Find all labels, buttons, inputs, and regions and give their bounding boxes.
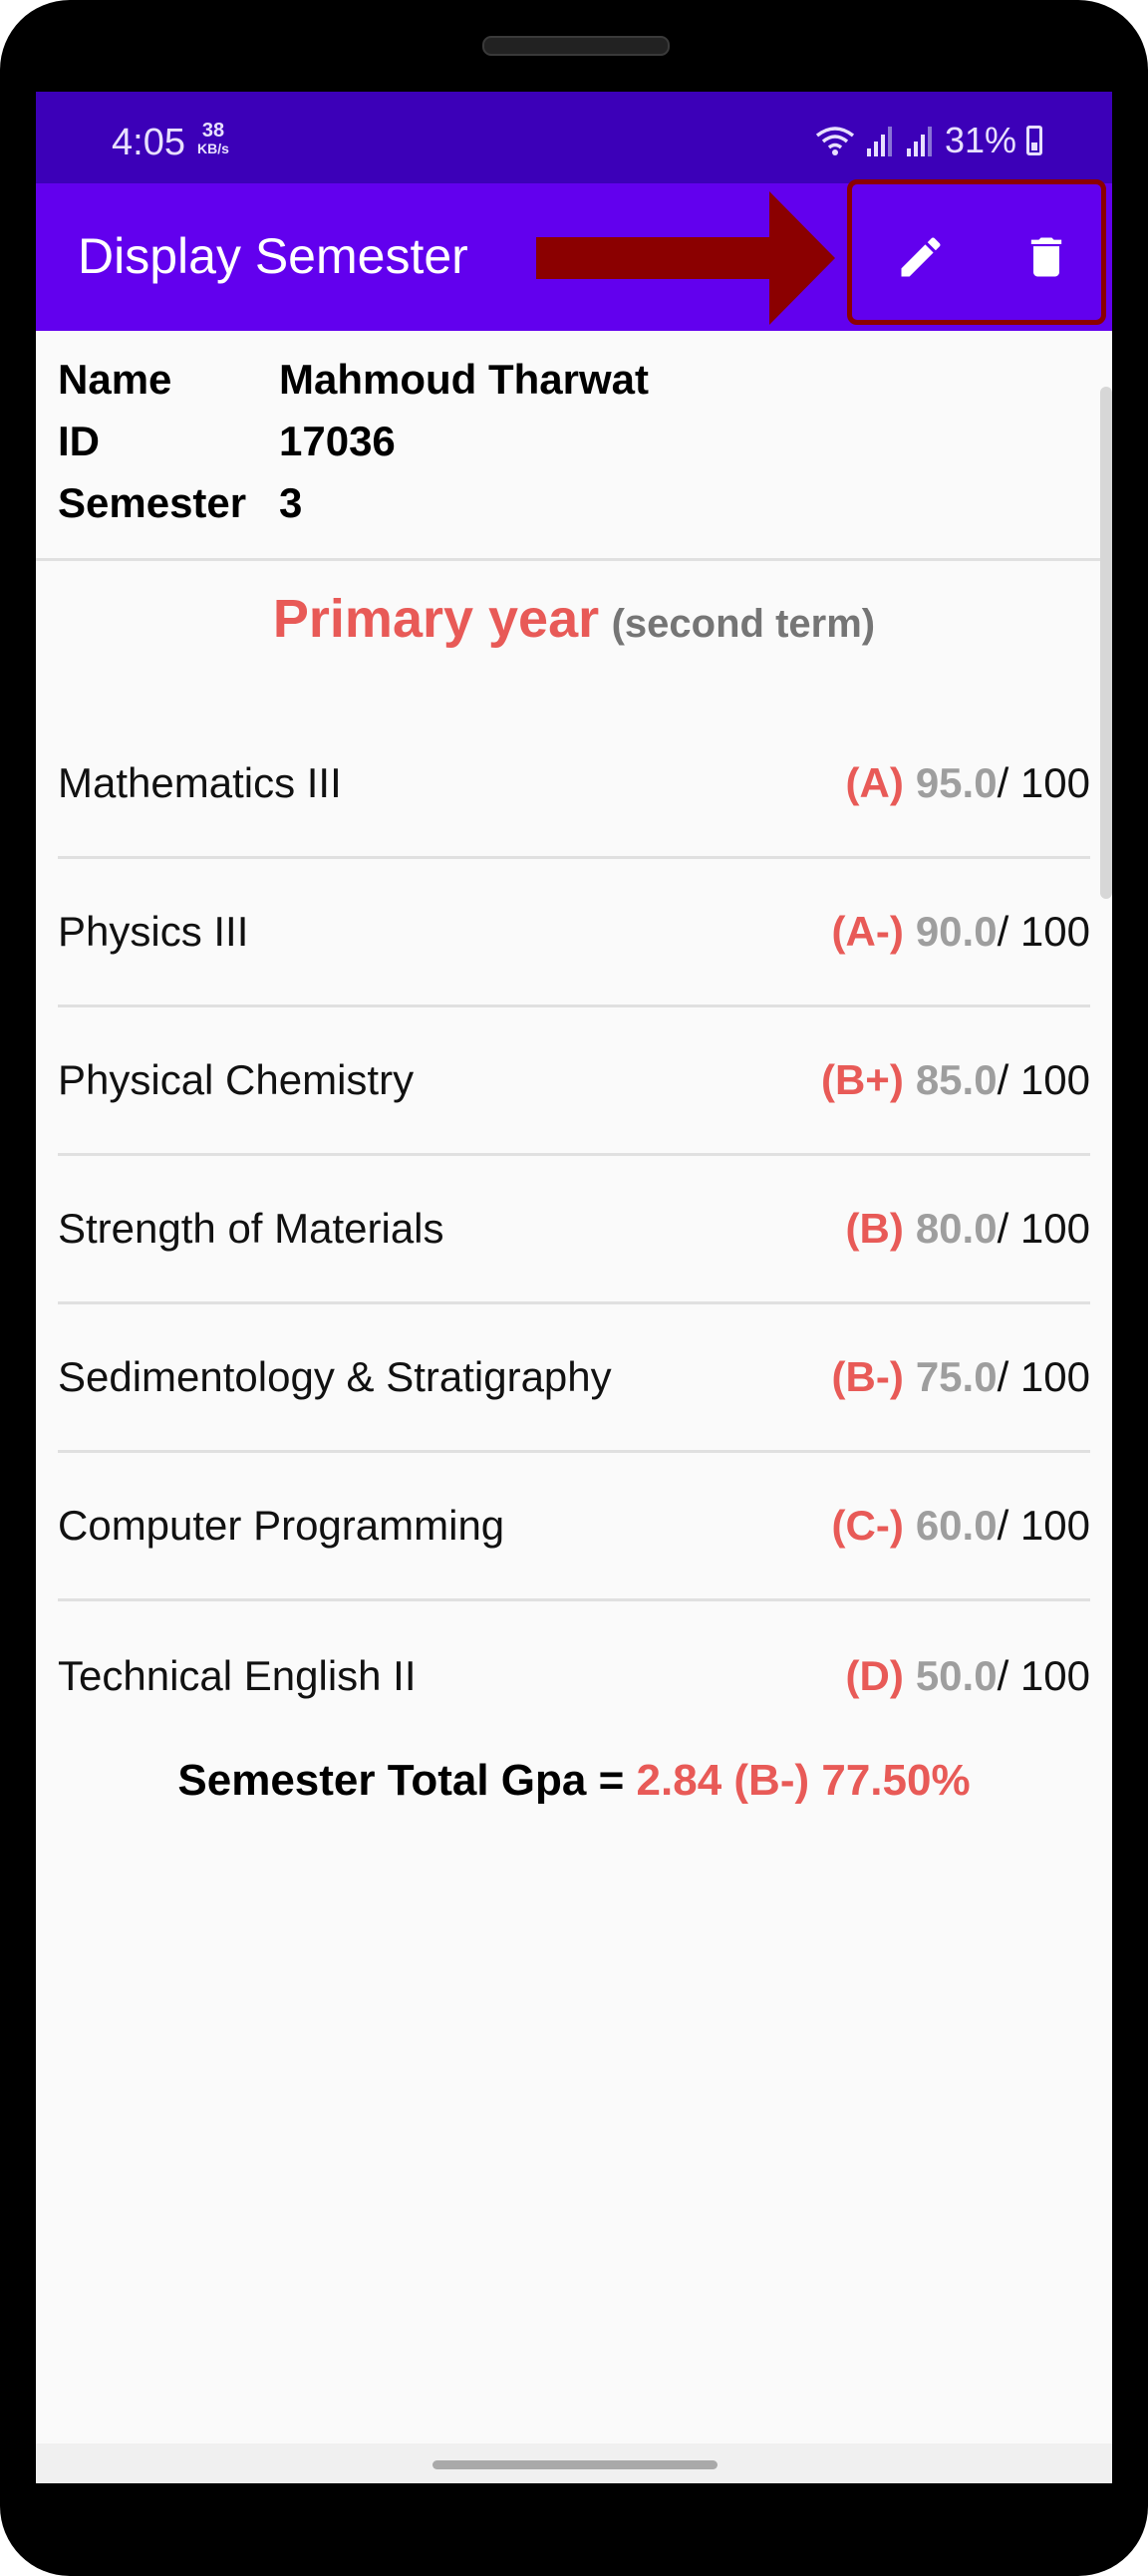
course-name: Sedimentology & Stratigraphy — [58, 1353, 612, 1400]
status-bar: 4:05 38 KB/s 31% — [36, 92, 1112, 183]
course-score: 90.0 — [915, 908, 998, 955]
total-label: Semester Total Gpa = — [177, 1756, 637, 1805]
list-item[interactable]: Sedimentology & Stratigraphy (B-) 75.0/ 1… — [58, 1304, 1090, 1453]
delete-button[interactable] — [1008, 219, 1084, 295]
student-name: Mahmoud Tharwat — [279, 356, 650, 403]
network-speed: 38 KB/s — [197, 120, 229, 157]
list-item[interactable]: Physics III (A-) 90.0/ 100 — [58, 859, 1090, 1007]
name-label: Name — [58, 356, 172, 403]
scrollbar[interactable] — [1100, 387, 1112, 899]
course-name: Mathematics III — [58, 759, 342, 806]
course-score: 60.0 — [915, 1502, 998, 1549]
course-score: 95.0 — [915, 759, 998, 806]
course-max: / 100 — [997, 1353, 1090, 1400]
course-grade-group: (B+) 85.0/ 100 — [821, 1056, 1090, 1104]
course-grade-group: (B-) 75.0/ 100 — [832, 1353, 1090, 1401]
course-max: / 100 — [997, 759, 1090, 806]
course-grade: (B) — [845, 1205, 904, 1252]
list-item[interactable]: Mathematics III (A) 95.0/ 100 — [58, 711, 1090, 859]
info-row-id: ID 17036 — [58, 418, 649, 479]
course-grade: (B+) — [820, 1056, 904, 1103]
list-item[interactable]: Technical English II (D) 50.0/ 100 — [58, 1601, 1090, 1750]
section-subtitle: (second term) — [611, 602, 876, 646]
annotation-arrow-icon — [536, 191, 835, 325]
course-grade-group: (A-) 90.0/ 100 — [832, 908, 1090, 956]
course-max: / 100 — [997, 1502, 1090, 1549]
id-label: ID — [58, 418, 100, 464]
course-max: / 100 — [997, 1651, 1090, 1699]
status-time: 4:05 — [112, 122, 185, 163]
course-grade-group: (D) 50.0/ 100 — [846, 1652, 1090, 1700]
course-name: Physical Chemistry — [58, 1056, 415, 1103]
network-speed-value: 38 — [201, 120, 225, 142]
course-max: / 100 — [997, 1056, 1090, 1103]
total-value: 2.84 (B-) 77.50% — [636, 1756, 971, 1805]
pencil-icon — [901, 237, 941, 277]
course-grade: (D) — [845, 1651, 904, 1699]
signal-icon — [866, 127, 892, 156]
list-item[interactable]: Physical Chemistry (B+) 85.0/ 100 — [58, 1007, 1090, 1156]
course-grade-group: (A) 95.0/ 100 — [846, 759, 1090, 807]
course-score: 75.0 — [915, 1353, 998, 1400]
list-item[interactable]: Strength of Materials (B) 80.0/ 100 — [58, 1156, 1090, 1304]
info-row-name: Name Mahmoud Tharwat — [58, 356, 649, 418]
page-title: Display Semester — [78, 228, 468, 284]
course-name: Strength of Materials — [58, 1205, 444, 1252]
speaker-grille — [482, 36, 670, 56]
navigation-bar — [36, 2443, 1112, 2483]
wifi-icon — [815, 127, 855, 155]
course-max: / 100 — [997, 1205, 1090, 1252]
trash-icon — [1030, 237, 1062, 277]
course-name: Computer Programming — [58, 1502, 505, 1549]
semester-total: Semester Total Gpa = 2.84 (B-) 77.50% — [36, 1756, 1112, 1806]
screen: 4:05 38 KB/s 31% Display Semester Name M… — [36, 92, 1112, 2483]
list-item[interactable]: Computer Programming (C-) 60.0/ 100 — [58, 1453, 1090, 1601]
course-max: / 100 — [997, 908, 1090, 955]
student-id: 17036 — [279, 418, 396, 464]
edit-button[interactable] — [883, 219, 959, 295]
section-title: Primary year — [272, 589, 600, 649]
section-heading: Primary year (second term) — [36, 588, 1112, 650]
student-info: Name Mahmoud Tharwat ID 17036 Semester 3 — [58, 356, 649, 541]
course-name: Physics III — [58, 908, 249, 955]
network-speed-unit: KB/s — [197, 141, 229, 156]
course-name: Technical English II — [58, 1651, 417, 1699]
course-grade-group: (B) 80.0/ 100 — [846, 1205, 1090, 1253]
course-score: 85.0 — [915, 1056, 998, 1103]
battery-icon — [1026, 126, 1042, 155]
course-grade: (A) — [845, 759, 904, 806]
signal-icon — [906, 127, 932, 156]
course-score: 50.0 — [915, 1651, 998, 1699]
status-icons: 31% — [815, 120, 1042, 161]
course-grade-group: (C-) 60.0/ 100 — [832, 1502, 1090, 1550]
semester-label: Semester — [58, 479, 247, 526]
course-grade: (B-) — [831, 1353, 904, 1400]
course-grade: (A-) — [831, 908, 904, 955]
home-handle[interactable] — [432, 2460, 718, 2469]
course-list: Mathematics III (A) 95.0/ 100 Physics III… — [58, 711, 1090, 1750]
info-row-semester: Semester 3 — [58, 479, 649, 541]
phone-frame: 4:05 38 KB/s 31% Display Semester Name M… — [0, 0, 1148, 2576]
semester-number: 3 — [279, 479, 303, 526]
battery-percent: 31% — [944, 120, 1016, 160]
course-score: 80.0 — [915, 1205, 998, 1252]
divider — [36, 558, 1112, 561]
course-grade: (C-) — [831, 1502, 904, 1549]
